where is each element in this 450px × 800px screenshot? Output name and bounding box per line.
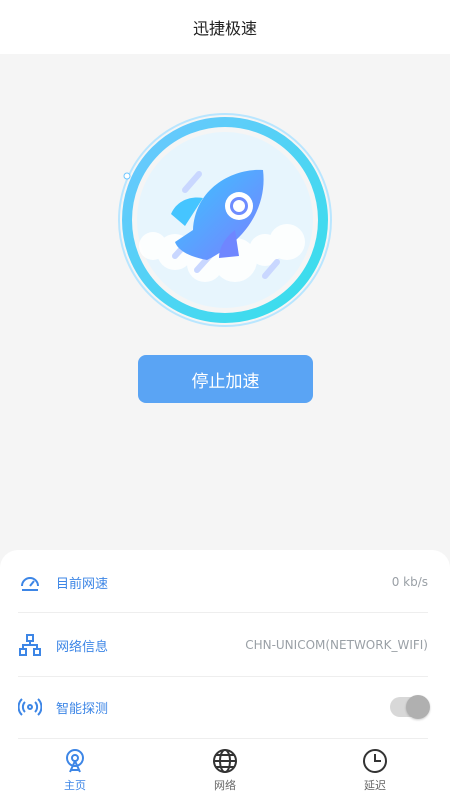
- divider: [18, 738, 428, 739]
- tab-home[interactable]: 主页: [0, 740, 150, 800]
- row-label: 智能探测: [56, 701, 109, 717]
- row-network-info: 网络信息 CHN-UNICOM(NETWORK_WIFI): [18, 614, 428, 676]
- bottom-tab-bar: 主页 网络 延迟: [0, 740, 450, 800]
- smart-detection-toggle[interactable]: [390, 695, 430, 719]
- tab-label: 主页: [64, 778, 86, 792]
- row-current-speed: 目前网速 0 kb/s: [18, 551, 428, 613]
- row-label: 网络信息: [56, 639, 109, 655]
- network-tree-icon: [18, 633, 42, 657]
- radar-wave-icon: [17, 695, 43, 719]
- app-header: 迅捷极速: [0, 0, 450, 54]
- current-speed-value: 0 kb/s: [391, 575, 428, 589]
- tab-latency[interactable]: 延迟: [300, 740, 450, 800]
- tab-label: 网络: [214, 778, 236, 792]
- divider: [18, 612, 428, 613]
- rocket-illustration: [115, 110, 335, 330]
- hero-area: 停止加速: [0, 54, 450, 554]
- network-info-value: CHN-UNICOM(NETWORK_WIFI): [245, 638, 428, 652]
- toggle-knob: [406, 695, 430, 719]
- page-title: 迅捷极速: [192, 19, 257, 38]
- home-radar-icon: [62, 748, 88, 774]
- globe-icon: [212, 748, 238, 774]
- row-smart-detection: 智能探测: [17, 676, 430, 738]
- tab-network[interactable]: 网络: [150, 740, 300, 800]
- stop-acceleration-button[interactable]: 停止加速: [138, 355, 313, 403]
- row-label: 目前网速: [56, 576, 109, 592]
- speedometer-icon: [18, 570, 42, 594]
- stop-acceleration-label: 停止加速: [191, 371, 260, 392]
- clock-icon: [362, 748, 388, 774]
- tab-label: 延迟: [364, 778, 386, 792]
